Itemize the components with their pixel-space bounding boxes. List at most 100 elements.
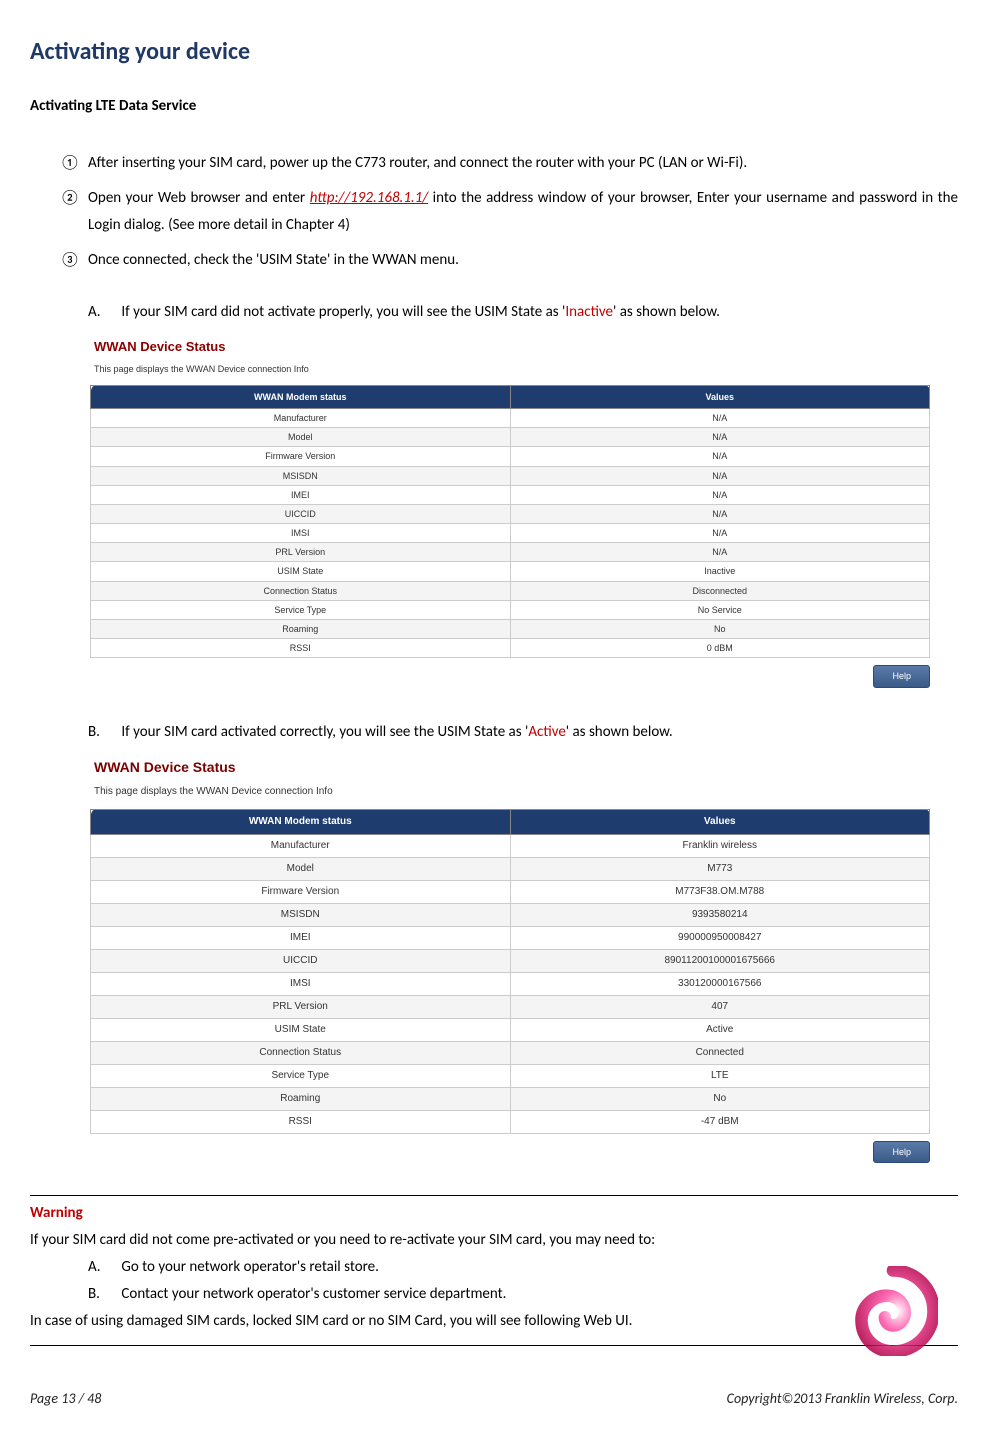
- copyright: Copyright©2013 Franklin Wireless, Corp.: [727, 1386, 958, 1411]
- case-a-label: A.: [88, 299, 118, 326]
- table-row: MSISDNN/A: [91, 466, 930, 485]
- table-row: IMSIN/A: [91, 524, 930, 543]
- cell-value: Connected: [510, 1041, 930, 1064]
- table-row: ModelM773: [91, 857, 930, 880]
- case-b-label: B.: [88, 719, 118, 746]
- ss-title: WWAN Device Status: [90, 751, 930, 780]
- case-b: B. If your SIM card activated correctly,…: [88, 719, 958, 746]
- help-button[interactable]: Help: [873, 1141, 930, 1163]
- cell-key: UICCID: [91, 949, 511, 972]
- case-a: A. If your SIM card did not activate pro…: [88, 299, 958, 326]
- cell-key: Firmware Version: [91, 880, 511, 903]
- steps-list: ① After inserting your SIM card, power u…: [30, 150, 958, 274]
- table-row: RoamingNo: [91, 1087, 930, 1110]
- ss-sub: This page displays the WWAN Device conne…: [90, 781, 930, 809]
- warn-a-text: Go to your network operator's retail sto…: [121, 1258, 378, 1276]
- table-row: USIM StateInactive: [91, 562, 930, 581]
- step-num: ②: [60, 185, 80, 212]
- status-table-inactive: WWAN Modem status Values ManufacturerN/A…: [90, 385, 930, 659]
- page-footer: Page 13 / 48 Copyright©2013 Franklin Wir…: [30, 1386, 958, 1411]
- cell-key: MSISDN: [91, 903, 511, 926]
- cell-key: RSSI: [91, 639, 511, 658]
- case-b-text-post: ' as shown below.: [566, 723, 673, 741]
- cell-key: Model: [91, 428, 511, 447]
- step-text: Once connected, check the 'USIM State' i…: [88, 251, 459, 269]
- table-row: Service TypeNo Service: [91, 600, 930, 619]
- cell-key: Roaming: [91, 620, 511, 639]
- case-a-text-post: ' as shown below.: [613, 303, 720, 321]
- cell-key: Firmware Version: [91, 447, 511, 466]
- warning-item-b: B. Contact your network operator's custo…: [88, 1281, 958, 1308]
- table-row: PRL VersionN/A: [91, 543, 930, 562]
- table-row: Firmware VersionN/A: [91, 447, 930, 466]
- status-table-active: WWAN Modem status Values ManufacturerFra…: [90, 809, 930, 1134]
- th-values: Values: [510, 809, 930, 834]
- case-b-state: Active: [528, 723, 565, 741]
- cell-value: Inactive: [510, 562, 930, 581]
- table-row: IMEIN/A: [91, 485, 930, 504]
- cell-value: N/A: [510, 466, 930, 485]
- cell-key: Roaming: [91, 1087, 511, 1110]
- table-row: Connection StatusConnected: [91, 1041, 930, 1064]
- cell-value: Disconnected: [510, 581, 930, 600]
- table-row: UICCIDN/A: [91, 504, 930, 523]
- help-button[interactable]: Help: [873, 665, 930, 687]
- th-status: WWAN Modem status: [91, 809, 511, 834]
- screenshot-active: WWAN Device Status This page displays th…: [90, 751, 930, 1164]
- cell-value: 330120000167566: [510, 972, 930, 995]
- warn-b-text: Contact your network operator's customer…: [121, 1285, 506, 1303]
- step-2: ② Open your Web browser and enter http:/…: [60, 185, 958, 239]
- cell-key: USIM State: [91, 562, 511, 581]
- cell-key: Connection Status: [91, 1041, 511, 1064]
- warning-item-a: A. Go to your network operator's retail …: [88, 1254, 958, 1281]
- table-row: Firmware VersionM773F38.OM.M788: [91, 880, 930, 903]
- cell-value: N/A: [510, 408, 930, 427]
- step-num: ③: [60, 247, 80, 274]
- cell-value: No: [510, 620, 930, 639]
- table-row: UICCID89011200100001675666: [91, 949, 930, 972]
- cell-value: 89011200100001675666: [510, 949, 930, 972]
- case-a-text-pre: If your SIM card did not activate proper…: [121, 303, 565, 321]
- warn-b-label: B.: [88, 1281, 118, 1308]
- cell-key: Service Type: [91, 600, 511, 619]
- step-text-pre: Open your Web browser and enter: [88, 189, 310, 207]
- cell-key: UICCID: [91, 504, 511, 523]
- cell-value: 0 dBM: [510, 639, 930, 658]
- cell-value: M773F38.OM.M788: [510, 880, 930, 903]
- cell-value: No Service: [510, 600, 930, 619]
- cell-value: 9393580214: [510, 903, 930, 926]
- cell-key: PRL Version: [91, 543, 511, 562]
- cell-key: IMSI: [91, 524, 511, 543]
- warning-intro: If your SIM card did not come pre-activa…: [30, 1227, 958, 1254]
- step-3: ③ Once connected, check the 'USIM State'…: [60, 247, 958, 274]
- logo-swirl-icon: [848, 1266, 938, 1356]
- table-row: PRL Version407: [91, 995, 930, 1018]
- case-b-text-pre: If your SIM card activated correctly, yo…: [121, 723, 528, 741]
- cell-value: Active: [510, 1018, 930, 1041]
- table-row: RSSI-47 dBM: [91, 1110, 930, 1133]
- screenshot-inactive: WWAN Device Status This page displays th…: [90, 331, 930, 689]
- th-values: Values: [510, 385, 930, 408]
- cell-value: N/A: [510, 524, 930, 543]
- cell-key: IMEI: [91, 926, 511, 949]
- warn-a-label: A.: [88, 1254, 118, 1281]
- table-row: MSISDN9393580214: [91, 903, 930, 926]
- step-1: ① After inserting your SIM card, power u…: [60, 150, 958, 177]
- cell-value: M773: [510, 857, 930, 880]
- table-row: ManufacturerN/A: [91, 408, 930, 427]
- warning-outro: In case of using damaged SIM cards, lock…: [30, 1308, 958, 1335]
- cell-value: Franklin wireless: [510, 834, 930, 857]
- page-number: Page 13 / 48: [30, 1386, 101, 1411]
- cell-key: IMEI: [91, 485, 511, 504]
- cell-key: Model: [91, 857, 511, 880]
- cell-value: 990000950008427: [510, 926, 930, 949]
- step-text: After inserting your SIM card, power up …: [88, 154, 747, 172]
- table-row: RSSI0 dBM: [91, 639, 930, 658]
- cell-key: Service Type: [91, 1064, 511, 1087]
- cell-value: -47 dBM: [510, 1110, 930, 1133]
- sub-heading: Activating LTE Data Service: [30, 93, 958, 120]
- separator: [30, 1345, 958, 1346]
- table-row: Connection StatusDisconnected: [91, 581, 930, 600]
- warning-title: Warning: [30, 1200, 958, 1227]
- router-url-link[interactable]: http://192.168.1.1/: [310, 189, 428, 207]
